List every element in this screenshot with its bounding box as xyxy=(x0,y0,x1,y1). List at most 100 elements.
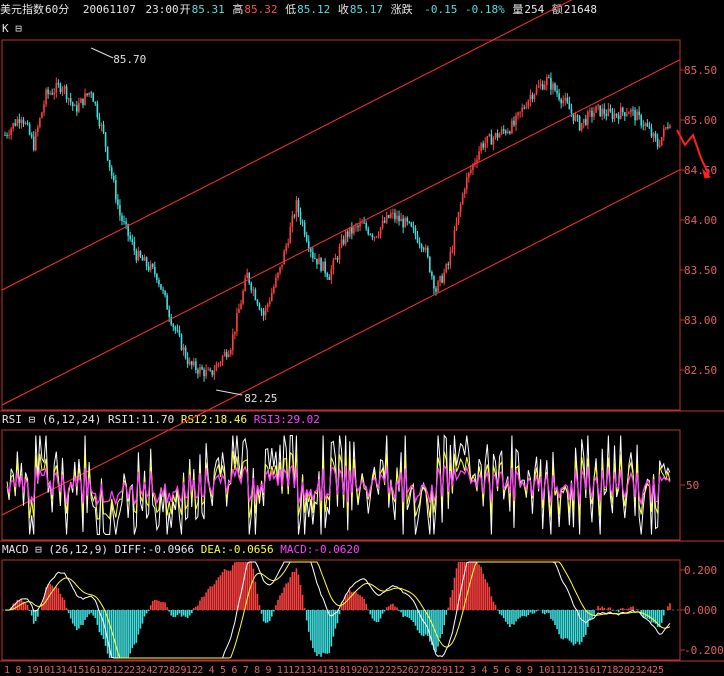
candle-body xyxy=(45,89,47,105)
x-axis-label: 28 xyxy=(163,665,175,676)
candle-body xyxy=(285,245,287,252)
candle-body xyxy=(443,272,445,283)
candle-body xyxy=(613,113,616,120)
candle-body xyxy=(24,122,27,124)
candle-body xyxy=(621,107,624,113)
candle-body xyxy=(546,77,548,85)
x-axis-label: 22 xyxy=(379,665,391,676)
candle-body xyxy=(16,119,19,126)
candle-body xyxy=(537,85,540,88)
candle-body xyxy=(63,86,66,89)
x-axis-label: 26 xyxy=(402,665,414,676)
candle-body xyxy=(211,370,214,376)
candle-body xyxy=(550,77,552,90)
x-axis-label: 18 xyxy=(607,665,619,676)
x-axis-label: 11 xyxy=(447,665,459,676)
candle-body xyxy=(465,177,468,190)
x-axis-label: 24 xyxy=(140,665,152,676)
candle-body xyxy=(43,104,45,113)
candle-body xyxy=(217,363,220,365)
candle-body xyxy=(626,113,628,116)
candle-body xyxy=(203,369,205,377)
high-marker-line xyxy=(90,47,114,59)
candle-body xyxy=(110,167,113,176)
candle-body xyxy=(591,110,593,117)
candle-body xyxy=(104,132,107,147)
candle-body xyxy=(242,290,244,304)
candle-body xyxy=(642,125,645,127)
candle-body xyxy=(589,110,591,112)
candle-body xyxy=(371,234,374,238)
candle-body xyxy=(521,107,523,112)
candle-body xyxy=(381,220,384,228)
candle-body xyxy=(488,134,491,137)
candle-body xyxy=(560,99,562,104)
x-axis-label: 12 xyxy=(288,665,300,676)
candle-body xyxy=(394,212,396,220)
candle-body xyxy=(361,222,363,224)
candle-body xyxy=(293,215,296,217)
candle-body xyxy=(32,136,35,151)
x-axis-label: 3 xyxy=(470,665,476,676)
x-axis-label: 11 xyxy=(550,665,562,676)
candle-body xyxy=(632,109,634,111)
candle-body xyxy=(162,289,164,291)
candle-body xyxy=(511,120,513,134)
candle-body xyxy=(26,122,29,125)
candle-body xyxy=(353,226,355,234)
candle-body xyxy=(229,349,232,354)
candle-body xyxy=(84,93,86,106)
candle-body xyxy=(156,273,158,280)
candle-body xyxy=(14,123,17,126)
candle-body xyxy=(486,136,489,143)
candle-body xyxy=(238,309,240,313)
candle-body xyxy=(377,234,380,237)
candle-body xyxy=(609,108,612,112)
price-tick-label: 85.00 xyxy=(684,114,717,127)
candle-body xyxy=(375,236,378,238)
x-axis-label: 25 xyxy=(391,665,403,676)
candle-body xyxy=(496,133,499,138)
candle-body xyxy=(299,212,302,222)
candle-body xyxy=(219,362,222,364)
candle-body xyxy=(433,276,435,289)
candle-body xyxy=(316,258,318,265)
candle-body xyxy=(297,200,300,213)
candle-body xyxy=(385,215,388,223)
x-axis-label: 15 xyxy=(322,665,334,676)
candle-body xyxy=(4,135,6,136)
low-marker-line xyxy=(216,389,243,396)
candle-body xyxy=(652,133,655,137)
candle-body xyxy=(254,289,257,300)
chart-canvas[interactable]: 85.50 85.00 84.50 84.00 83.50 83.00 82.50 85.70… xyxy=(0,0,724,676)
candle-body xyxy=(18,119,21,123)
candle-body xyxy=(123,221,125,222)
candle-body xyxy=(332,259,335,270)
candle-body xyxy=(51,93,54,95)
x-axis-label: 6 xyxy=(504,665,510,676)
candle-body xyxy=(141,256,144,261)
x-axis-label: 10 xyxy=(538,665,550,676)
x-axis-label: 29 xyxy=(436,665,448,676)
low-marker-label: 82.25 xyxy=(244,392,277,405)
candle-body xyxy=(453,229,456,250)
candle-body xyxy=(215,364,218,371)
candle-body xyxy=(623,112,626,116)
candle-body xyxy=(172,324,175,327)
x-axis-label: 4 xyxy=(481,665,487,676)
candle-body xyxy=(67,98,70,100)
candle-body xyxy=(665,127,667,129)
candle-body xyxy=(151,264,154,268)
candle-body xyxy=(223,352,226,357)
candle-body xyxy=(426,247,429,257)
candle-body xyxy=(597,105,599,107)
candle-body xyxy=(176,330,179,331)
candle-body xyxy=(437,281,439,292)
candle-body xyxy=(615,113,618,116)
candle-body xyxy=(240,303,242,310)
kpanel-frame xyxy=(1,39,681,411)
candle-body xyxy=(400,218,402,222)
candle-body xyxy=(8,135,10,136)
x-axis-label: 14 xyxy=(311,665,323,676)
candle-body xyxy=(383,220,386,223)
